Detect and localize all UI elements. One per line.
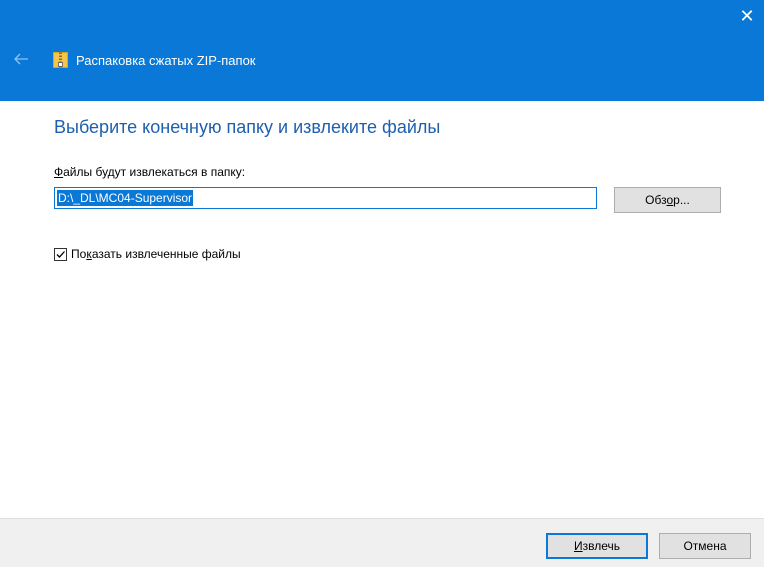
checkbox-label-end: азать извлеченные файлы <box>91 247 241 261</box>
checkbox-label-start: По <box>71 247 87 261</box>
destination-label-mnemonic: Ф <box>54 165 64 179</box>
main-content: Выберите конечную папку и извлеките файл… <box>0 101 764 518</box>
extract-button[interactable]: Извлечь <box>546 533 648 559</box>
destination-path-input[interactable]: D:\_DL\MC04-Supervisor <box>54 187 597 209</box>
dialog-footer: Извлечь Отмена <box>0 518 764 567</box>
title-bar: ✕ Распаковка сжатых ZIP-папок <box>0 0 764 101</box>
browse-button-label-end: р... <box>673 193 690 207</box>
path-value: D:\_DL\MC04-Supervisor <box>57 190 194 206</box>
browse-button-label-start: Обз <box>645 193 667 207</box>
browse-button[interactable]: Обзор... <box>614 187 721 213</box>
back-button[interactable] <box>13 52 29 66</box>
window-title: Распаковка сжатых ZIP-папок <box>76 53 256 68</box>
extract-zip-dialog: ✕ Распаковка сжатых ZIP-папок Выберите к… <box>0 0 764 567</box>
extract-button-label: звлечь <box>582 539 620 553</box>
destination-label-text: айлы будут извлекаться в папку: <box>63 165 246 179</box>
close-icon: ✕ <box>739 6 755 26</box>
show-extracted-files-label[interactable]: Показать извлеченные файлы <box>71 247 241 261</box>
checkmark-icon <box>56 251 65 258</box>
zip-folder-icon <box>53 52 68 68</box>
extract-button-mnemonic: И <box>573 539 583 553</box>
page-heading: Выберите конечную папку и извлеките файл… <box>54 117 441 137</box>
close-button[interactable]: ✕ <box>730 0 764 32</box>
show-extracted-files-checkbox[interactable] <box>54 248 67 261</box>
destination-label: Файлы будут извлекаться в папку: <box>54 165 245 179</box>
cancel-button[interactable]: Отмена <box>659 533 751 559</box>
back-arrow-icon <box>14 53 28 65</box>
